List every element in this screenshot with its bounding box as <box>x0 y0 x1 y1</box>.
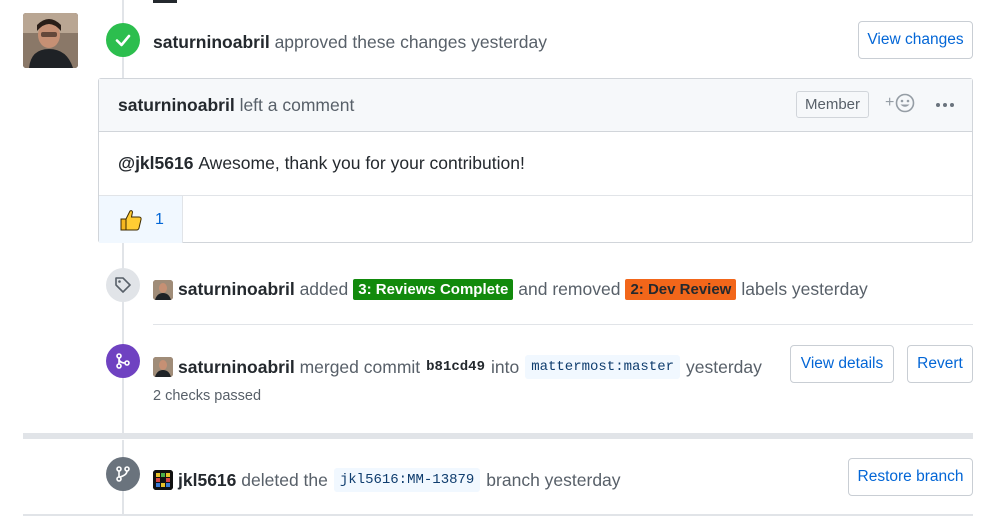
restore-branch-button[interactable]: Restore branch <box>848 458 973 496</box>
branch-icon <box>106 457 140 491</box>
checks-passed-text[interactable]: 2 checks passed <box>153 388 261 404</box>
comment-author[interactable]: saturninoabril <box>118 95 235 115</box>
approval-message: approved these changes yesterday <box>274 32 547 52</box>
labels-event-text: saturninoabril added 3: Reviews Complete… <box>153 279 868 300</box>
deleted-branch-name[interactable]: jkl5616:MM-13879 <box>333 468 481 492</box>
merge-text: merged commit <box>299 356 421 377</box>
clipped-avatar-top <box>153 0 177 3</box>
label-dev-review[interactable]: 2: Dev Review <box>625 279 737 300</box>
delete-event-text: jkl5616 deleted the jkl5616:MM-13879 bra… <box>153 468 621 492</box>
merge-target-branch[interactable]: mattermost:master <box>525 355 681 379</box>
delete-author-avatar[interactable] <box>153 470 173 490</box>
merge-time: yesterday <box>686 356 762 377</box>
approval-text: saturninoabril approved these changes ye… <box>153 32 547 53</box>
labels-removed-text: and removed <box>518 279 621 299</box>
merge-author-avatar[interactable] <box>153 357 173 377</box>
comment-mention[interactable]: @jkl5616 <box>118 153 193 173</box>
approved-check-icon <box>106 23 140 57</box>
thumbs-up-icon <box>120 209 142 230</box>
view-details-button[interactable]: View details <box>790 345 894 383</box>
section-divider <box>23 433 973 439</box>
comment-text: Awesome, thank you for your contribution… <box>198 153 525 173</box>
labels-added-text: added <box>299 279 349 299</box>
reactions-bar: 1 <box>99 195 972 243</box>
merge-into: into <box>490 356 520 377</box>
thumbs-up-reaction[interactable]: 1 <box>99 196 183 243</box>
delete-author[interactable]: jkl5616 <box>178 470 236 491</box>
comment-header: saturninoabril left a comment Member + <box>99 79 972 132</box>
comment-body: @jkl5616 Awesome, thank you for your con… <box>118 153 525 174</box>
comment-card: saturninoabril left a comment Member + @… <box>98 78 973 243</box>
member-badge: Member <box>796 91 870 118</box>
comment-header-text: saturninoabril left a comment <box>118 95 354 116</box>
revert-button[interactable]: Revert <box>907 345 973 383</box>
tag-icon <box>106 268 140 302</box>
smiley-icon <box>896 93 915 113</box>
reviewer-avatar[interactable] <box>23 13 78 68</box>
delete-text: deleted the <box>241 469 328 490</box>
label-reviews-complete[interactable]: 3: Reviews Complete <box>353 279 514 300</box>
labels-author[interactable]: saturninoabril <box>178 279 295 300</box>
delete-suffix: branch yesterday <box>486 469 621 490</box>
commit-sha[interactable]: b81cd49 <box>426 359 485 375</box>
labels-suffix: labels yesterday <box>741 279 868 299</box>
comment-action: left a comment <box>239 95 355 115</box>
add-reaction-button[interactable]: + <box>885 93 915 113</box>
labels-author-avatar[interactable] <box>153 279 173 300</box>
add-reaction-plus: + <box>885 94 895 111</box>
merged-icon <box>106 344 140 378</box>
merge-event-text: saturninoabril merged commit b81cd49 int… <box>153 355 762 379</box>
divider-labels <box>153 324 973 325</box>
reaction-count: 1 <box>155 210 164 228</box>
approval-author[interactable]: saturninoabril <box>153 32 270 53</box>
merge-author[interactable]: saturninoabril <box>178 357 295 378</box>
more-options-icon[interactable] <box>936 103 954 107</box>
view-changes-button[interactable]: View changes <box>858 21 973 59</box>
